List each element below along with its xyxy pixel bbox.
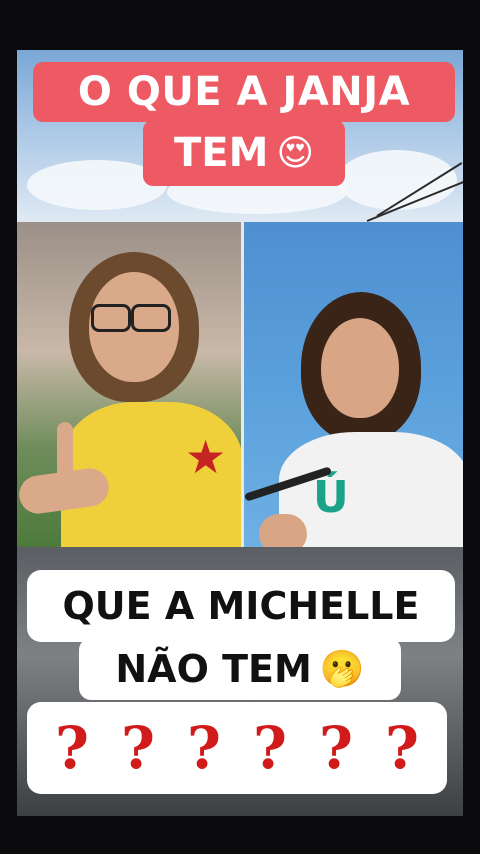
star-icon: ★ xyxy=(185,430,227,484)
question-mark-icon: ? xyxy=(55,714,89,782)
photo-janja: ★ xyxy=(17,222,243,547)
question-mark-icon: ? xyxy=(385,714,419,782)
caption-middle-line1: QUE A MICHELLE xyxy=(27,570,455,642)
question-mark-icon: ? xyxy=(187,714,221,782)
caption-top-line2: TEM 😍 xyxy=(143,120,345,186)
video-frame: ★ Ú O QUE A JANJA TEM 😍 QUE A MICHELLE N… xyxy=(17,50,463,816)
caption-middle-line2-text: NÃO TEM xyxy=(115,647,312,691)
question-mark-icon: ? xyxy=(319,714,353,782)
photo-michelle: Ú xyxy=(243,222,463,547)
heart-eyes-emoji-icon: 😍 xyxy=(276,132,314,174)
question-mark-icon: ? xyxy=(121,714,155,782)
caption-top-line1-text: O QUE A JANJA xyxy=(77,69,411,115)
caption-question-marks: ? ? ? ? ? ? xyxy=(27,702,447,794)
caption-top-line2-text: TEM xyxy=(174,130,269,176)
caption-middle-line1-text: QUE A MICHELLE xyxy=(62,584,420,628)
shirt-logo: Ú xyxy=(313,472,349,523)
hand-over-mouth-emoji-icon: 🫢 xyxy=(319,649,365,690)
caption-middle-line2: NÃO TEM 🫢 xyxy=(79,638,401,700)
caption-top-line1: O QUE A JANJA xyxy=(33,62,455,122)
photo-divider xyxy=(241,222,244,547)
question-mark-icon: ? xyxy=(253,714,287,782)
